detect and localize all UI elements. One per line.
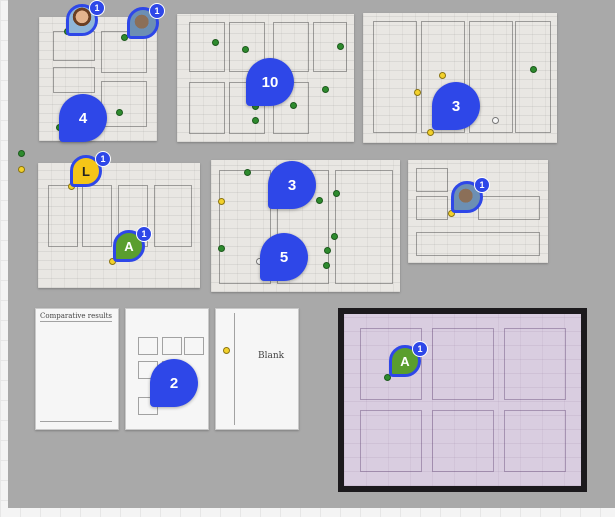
- phone-sketch-3[interactable]: Blank: [215, 308, 299, 430]
- avatar-badge: 1: [474, 177, 490, 193]
- phone-sketch-body: Blank: [258, 351, 285, 361]
- comment-dot[interactable]: [333, 190, 340, 197]
- comment-dot[interactable]: [427, 129, 434, 136]
- comment-cluster[interactable]: 4: [59, 94, 107, 142]
- comment-dot[interactable]: [316, 197, 323, 204]
- comment-dot[interactable]: [18, 150, 25, 157]
- comment-dot[interactable]: [242, 46, 249, 53]
- whiteboard-canvas[interactable]: Comparative results Blank 4 10 3 3 5 2 1…: [8, 0, 615, 508]
- comment-dot[interactable]: [492, 117, 499, 124]
- sketch-photo-large[interactable]: [338, 308, 587, 492]
- comment-dot[interactable]: [323, 262, 330, 269]
- avatar-badge: 1: [95, 151, 111, 167]
- comment-cluster[interactable]: 3: [268, 161, 316, 209]
- comment-dot[interactable]: [244, 169, 251, 176]
- comment-dot[interactable]: [322, 86, 329, 93]
- phone-sketch-header: Comparative results: [40, 312, 112, 320]
- avatar-badge: 1: [149, 3, 165, 19]
- avatar-badge: 1: [412, 341, 428, 357]
- comment-dot[interactable]: [223, 347, 230, 354]
- comment-cluster[interactable]: 2: [150, 359, 198, 407]
- comment-dot[interactable]: [324, 247, 331, 254]
- sketch-photo-4[interactable]: [38, 163, 200, 288]
- comment-dot[interactable]: [439, 72, 446, 79]
- comment-dot[interactable]: [290, 102, 297, 109]
- comment-dot[interactable]: [218, 198, 225, 205]
- comment-dot[interactable]: [331, 233, 338, 240]
- sketch-photo-6[interactable]: [408, 160, 548, 263]
- avatar-badge: 1: [136, 226, 152, 242]
- comment-dot[interactable]: [212, 39, 219, 46]
- comment-dot[interactable]: [252, 117, 259, 124]
- comment-cluster[interactable]: 3: [432, 82, 480, 130]
- comment-dot[interactable]: [18, 166, 25, 173]
- comment-dot[interactable]: [530, 66, 537, 73]
- comment-dot[interactable]: [337, 43, 344, 50]
- avatar-badge: 1: [89, 0, 105, 16]
- phone-sketch-1[interactable]: Comparative results: [35, 308, 119, 430]
- comment-cluster[interactable]: 10: [246, 58, 294, 106]
- comment-dot[interactable]: [116, 109, 123, 116]
- comment-dot[interactable]: [414, 89, 421, 96]
- comment-dot[interactable]: [218, 245, 225, 252]
- comment-cluster[interactable]: 5: [260, 233, 308, 281]
